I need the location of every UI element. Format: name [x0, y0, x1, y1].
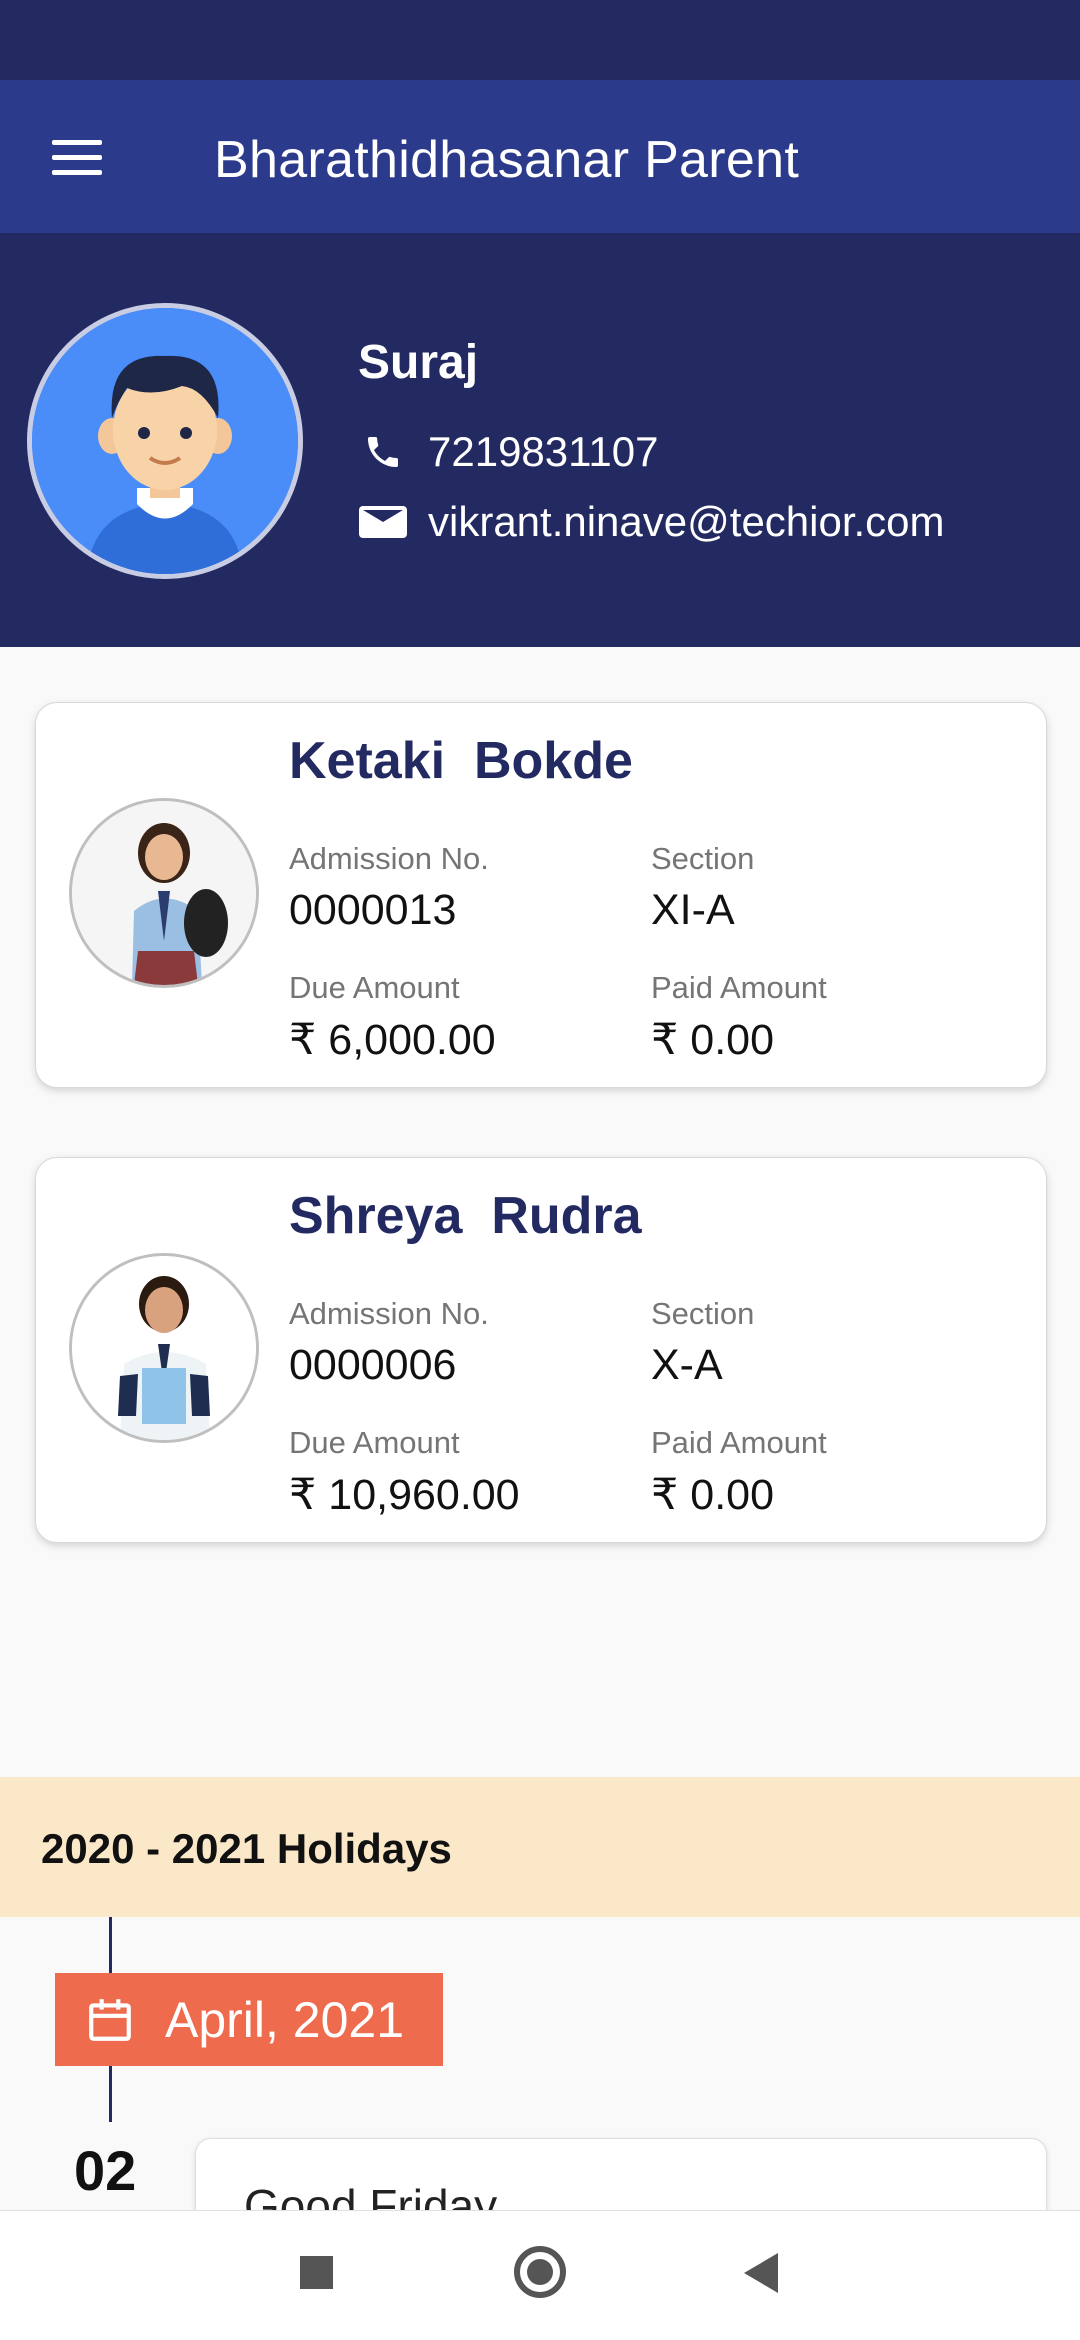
system-nav-bar: [0, 2210, 1080, 2340]
phone-row: 7219831107: [358, 428, 658, 476]
calendar-icon: [89, 1998, 131, 2041]
email-icon: [359, 506, 407, 538]
status-bar: [0, 0, 1080, 80]
admission-label: Admission No.: [289, 1296, 489, 1331]
parent-phone: 7219831107: [428, 428, 659, 475]
admission-label: Admission No.: [289, 841, 489, 876]
holiday-day: 02: [74, 2139, 137, 2202]
paid-amount-value: ₹ 0.00: [651, 1471, 774, 1519]
due-amount-value: ₹ 6,000.00: [289, 1016, 496, 1064]
paid-amount-label: Paid Amount: [651, 970, 827, 1005]
paid-amount-label: Paid Amount: [651, 1425, 827, 1460]
home-button[interactable]: [514, 2246, 566, 2298]
admission-value: 0000006: [289, 1341, 457, 1389]
month-label: April, 2021: [165, 1991, 405, 2048]
section-value: X-A: [651, 1341, 723, 1389]
parent-email: vikrant.ninave@techior.com: [428, 498, 945, 545]
student-photo: [69, 798, 259, 988]
due-amount-label: Due Amount: [289, 970, 460, 1005]
timeline-line: [109, 1917, 112, 1973]
recents-button[interactable]: [300, 2256, 333, 2289]
back-button[interactable]: [744, 2253, 778, 2293]
parent-profile: Suraj 7219831107 vikrant.ninave@techior.…: [0, 233, 1080, 647]
timeline-line: [109, 2066, 112, 2122]
section-label: Section: [651, 841, 755, 876]
student-card[interactable]: Ketaki Bokde Admission No. 0000013 Secti…: [35, 702, 1047, 1088]
email-row: vikrant.ninave@techior.com: [358, 498, 945, 546]
student-name: Ketaki Bokde: [289, 732, 633, 790]
menu-icon[interactable]: [52, 140, 102, 176]
phone-icon: [368, 437, 398, 467]
app-title: Bharathidhasanar Parent: [214, 131, 800, 189]
app-bar: Bharathidhasanar Parent: [0, 80, 1080, 233]
parent-avatar: [27, 303, 303, 579]
section-value: XI-A: [651, 886, 735, 934]
month-badge: April, 2021: [55, 1973, 443, 2066]
due-amount-label: Due Amount: [289, 1425, 460, 1460]
holidays-title: 2020 - 2021 Holidays: [41, 1825, 452, 1872]
paid-amount-value: ₹ 0.00: [651, 1016, 774, 1064]
admission-value: 0000013: [289, 886, 457, 934]
section-label: Section: [651, 1296, 755, 1331]
holidays-header: 2020 - 2021 Holidays: [0, 1777, 1080, 1917]
student-card[interactable]: Shreya Rudra Admission No. 0000006 Secti…: [35, 1157, 1047, 1543]
due-amount-value: ₹ 10,960.00: [289, 1471, 520, 1519]
parent-name: Suraj: [358, 336, 479, 389]
student-name: Shreya Rudra: [289, 1187, 642, 1245]
student-photo: [69, 1253, 259, 1443]
